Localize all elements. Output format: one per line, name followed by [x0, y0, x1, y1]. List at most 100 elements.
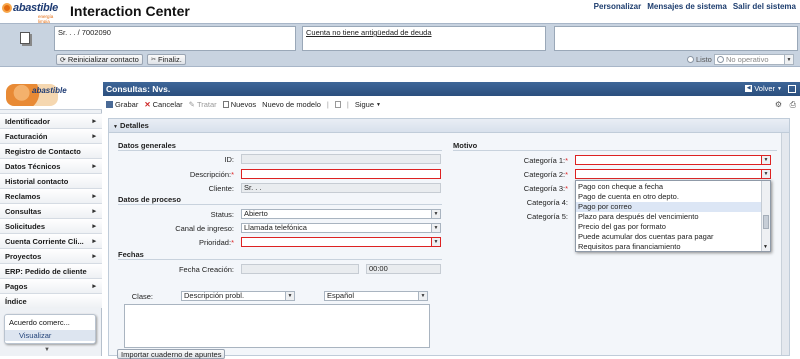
sidebar-logo-text: abastible	[32, 86, 67, 95]
class-label: Clase:	[131, 292, 153, 301]
back-icon: ◀	[745, 85, 753, 92]
dropdown-option[interactable]: Pago por correo	[576, 202, 762, 212]
details-header[interactable]: ▼ Detalles	[109, 119, 789, 133]
category1-dropdown[interactable]: ▼	[575, 155, 771, 165]
sidebar-item-label: Reclamos	[5, 192, 41, 201]
expand-icon[interactable]	[788, 85, 796, 93]
notepad-icon[interactable]	[20, 32, 30, 44]
ready-radio[interactable]	[687, 56, 694, 63]
priority-dropdown[interactable]: ▼	[241, 237, 441, 247]
popup-scrollbar[interactable]: ▼	[761, 181, 770, 251]
notes-textarea[interactable]	[124, 304, 430, 348]
sidebar-item[interactable]: Índice	[0, 293, 102, 308]
sidebar-scroll-down-icon[interactable]: ▼	[44, 347, 50, 353]
sidebar-item[interactable]: Facturación ▸	[0, 128, 102, 143]
channel-label: Canal de ingreso:	[175, 224, 234, 233]
scroll-thumb[interactable]	[763, 215, 769, 229]
chevron-down-icon: ▼	[431, 224, 440, 232]
chevron-down-icon: ▼	[431, 238, 440, 246]
status-select-value: No operativo	[726, 55, 769, 64]
print-icon[interactable]: ⎙	[790, 100, 796, 110]
main-title-bar: Consultas: Nvs. ◀ Volver ▼	[103, 82, 800, 96]
import-notes-button[interactable]: Importar cuaderno de apuntes	[117, 349, 226, 359]
finalize-label: Finaliz.	[158, 55, 182, 64]
caller-field: Sr. . . / 7002090	[54, 26, 296, 51]
dropdown-option[interactable]: Requisitos para financiamiento	[576, 242, 762, 252]
sidebar-item[interactable]: Registro de Contacto	[0, 143, 102, 158]
collapse-icon: ▼	[113, 124, 118, 130]
dropdown-option[interactable]: Precio del gas por formato	[576, 222, 762, 232]
save-button[interactable]: Grabar	[106, 100, 138, 109]
customize-link[interactable]: Personalizar	[594, 2, 642, 11]
copy-icon[interactable]	[334, 101, 341, 108]
next-button[interactable]: Sigue ▼	[355, 100, 381, 109]
dropdown-option[interactable]: Pago de cuenta en otro depto.	[576, 192, 762, 202]
cancel-button[interactable]: ✕ Cancelar	[144, 100, 182, 109]
class-value: Descripción probl.	[184, 291, 245, 300]
chevron-right-icon: ▸	[92, 283, 96, 290]
agreement-visualize-link[interactable]: Visualizar	[5, 330, 95, 341]
chevron-right-icon: ▸	[92, 208, 96, 215]
system-messages-link[interactable]: Mensajes de sistema	[647, 2, 727, 11]
dropdown-option[interactable]: Plazo para después del vencimiento	[576, 212, 762, 222]
chevron-down-icon: ▼	[376, 101, 381, 108]
chevron-right-icon: ▸	[92, 118, 96, 125]
dropdown-option[interactable]: Puede acumular dos cuentas para pagar	[576, 232, 762, 242]
id-field	[241, 154, 441, 164]
created-time-field: 00:00	[366, 264, 441, 274]
status-select[interactable]: No operativo ▼	[714, 54, 794, 65]
dropdown-option[interactable]: Pago con cheque a fecha	[576, 182, 762, 192]
sidebar-item[interactable]: Solicitudes ▸	[0, 218, 102, 233]
new-button[interactable]: Nuevos	[222, 100, 256, 109]
status-dropdown[interactable]: Abierto ▼	[241, 209, 441, 219]
sidebar-item[interactable]: Cuenta Corriente Cli... ▸	[0, 233, 102, 248]
process-label: Tratar	[196, 100, 217, 109]
class-dropdown[interactable]: Descripción probl. ▼	[181, 291, 295, 301]
settings-icon[interactable]: ⚙	[775, 100, 782, 109]
sidebar-item[interactable]: Pagos ▸	[0, 278, 102, 293]
sidebar-item[interactable]: Consultas ▸	[0, 203, 102, 218]
agreement-title[interactable]: Acuerdo comerc...	[5, 315, 95, 330]
sidebar-item-label: Consultas	[5, 207, 42, 216]
page-title: Consultas: Nvs.	[106, 84, 171, 94]
chevron-down-icon: ▼	[777, 85, 782, 92]
cancel-label: Cancelar	[152, 100, 183, 109]
reset-contact-button[interactable]: ⟳ Reinicializar contacto	[56, 54, 143, 65]
sidebar-item[interactable]: ERP: Pedido de cliente	[0, 263, 102, 278]
channel-dropdown[interactable]: Llamada telefónica ▼	[241, 223, 441, 233]
required-marker: *	[231, 170, 234, 179]
finalize-button[interactable]: ✂ Finaliz.	[147, 54, 186, 65]
agreement-panel: Acuerdo comerc... Visualizar	[4, 314, 96, 344]
process-button[interactable]: ✎ Tratar	[189, 100, 217, 109]
chevron-right-icon: ▸	[92, 133, 96, 140]
sidebar-item[interactable]: Historial contacto	[0, 173, 102, 188]
category2-dropdown[interactable]: ▼	[575, 169, 771, 179]
id-label: ID:	[224, 155, 234, 164]
chevron-down-icon: ▼	[418, 292, 427, 300]
sidebar-item[interactable]: Reclamos ▸	[0, 188, 102, 203]
caller-text: Sr. . . / 7002090	[58, 28, 111, 37]
toolbar: Grabar ✕ Cancelar ✎ Tratar Nuevos Nuevo de…	[103, 98, 800, 111]
new-from-model-button[interactable]: Nuevo de modelo	[262, 100, 321, 109]
sidebar: abastible Identificador ▸ Facturación ▸ Regi…	[0, 80, 102, 356]
details-scrollbar[interactable]	[781, 133, 789, 355]
status-radio-icon	[717, 56, 724, 63]
category1-label-text: Categoría 1:	[523, 156, 566, 165]
language-value: Español	[327, 291, 355, 300]
reset-contact-label: Reinicializar contacto	[67, 55, 139, 64]
debt-message-link[interactable]: Cuenta no tiene antigüedad de deuda	[306, 28, 432, 37]
chevron-down-icon: ▼	[285, 292, 294, 300]
sidebar-item[interactable]: Datos Técnicos ▸	[0, 158, 102, 173]
logout-link[interactable]: Salir del sistema	[733, 2, 796, 11]
category5-label: Categoría 5:	[526, 212, 568, 221]
language-dropdown[interactable]: Español ▼	[324, 291, 428, 301]
dates-heading: Fechas	[118, 250, 442, 260]
back-button[interactable]: ◀ Volver ▼	[745, 84, 782, 93]
description-input[interactable]	[241, 169, 441, 179]
cancel-icon: ✕	[144, 100, 151, 109]
chevron-down-icon: ▼	[763, 244, 768, 250]
sidebar-item[interactable]: Identificador ▸	[0, 113, 102, 128]
chevron-down-icon: ▼	[431, 210, 440, 218]
status-label: Status:	[210, 210, 234, 219]
sidebar-item[interactable]: Proyectos ▸	[0, 248, 102, 263]
